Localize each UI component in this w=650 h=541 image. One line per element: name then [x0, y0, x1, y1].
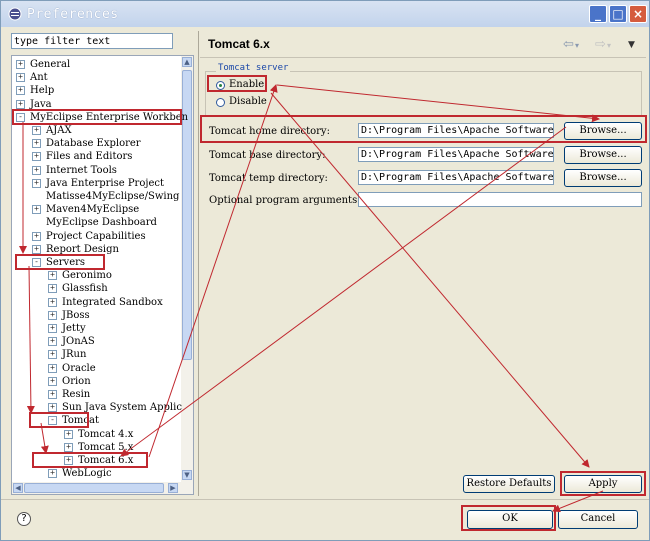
- arrow-enable-to-home: [276, 84, 600, 123]
- arrow-tomcat-to-tomcat6: [40, 422, 49, 454]
- arrow-home-to-tree: [120, 126, 567, 457]
- arrow-tomcat6-to-enable: [148, 84, 278, 458]
- arrow-enable-to-apply: [270, 92, 590, 468]
- annotation-arrows: [19, 84, 604, 513]
- arrow-apply-to-ok: [552, 490, 604, 513]
- arrow-servers-to-tomcat: [26, 265, 35, 414]
- preferences-window: Preferences _ □ × ▲ ▼ ◀ ▶ +General+Ant+H…: [0, 0, 650, 541]
